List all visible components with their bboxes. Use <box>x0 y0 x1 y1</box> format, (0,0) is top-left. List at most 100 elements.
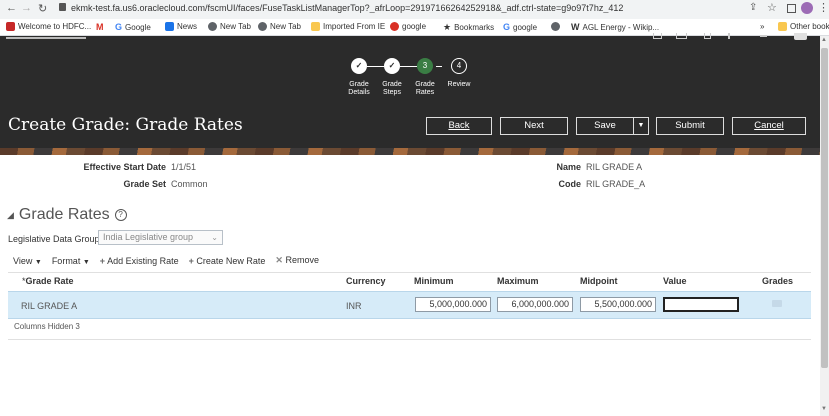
remove-x-icon: ✕ <box>275 255 283 265</box>
save-split-button[interactable]: Save ▼ <box>576 117 649 135</box>
table-bottom-divider <box>8 339 811 340</box>
bookmark-wiki[interactable]: W AGL Energy - Wikip... <box>571 22 659 32</box>
col-header-minimum[interactable]: Minimum <box>414 276 454 286</box>
midpoint-input[interactable]: 5,500,000.000 <box>580 297 656 312</box>
minimum-input[interactable]: 5,000,000.000 <box>415 297 491 312</box>
bookmark-newtab-1[interactable]: New Tab <box>208 22 251 31</box>
notifications-icon[interactable] <box>760 33 767 37</box>
table-header-divider <box>8 272 811 273</box>
address-bar[interactable]: ekmk-test.fa.us6.oraclecloud.com/fscmUI/… <box>71 3 711 13</box>
lock-icon <box>59 3 66 11</box>
bookmark-news[interactable]: News <box>165 22 197 31</box>
google-icon: G <box>503 22 511 32</box>
bookmarks-more[interactable]: » <box>760 22 764 31</box>
other-bookmarks-label: Other bookmarks <box>790 22 829 31</box>
back-button[interactable]: Back <box>426 117 492 135</box>
bookmark-globe[interactable] <box>551 22 560 31</box>
profile-avatar[interactable] <box>801 2 813 14</box>
effective-start-date-value: 1/1/51 <box>171 162 197 172</box>
other-bookmarks[interactable]: Other bookmarks <box>778 22 829 31</box>
sidepanel-icon[interactable] <box>787 4 796 13</box>
col-header-value[interactable]: Value <box>663 276 687 286</box>
grades-icon[interactable] <box>772 300 782 307</box>
scrollbar-thumb[interactable] <box>821 48 828 368</box>
bookmark-google-3[interactable]: Ggoogle <box>503 22 537 32</box>
bookmark-label: AGL Energy - Wikip... <box>582 22 660 32</box>
save-button[interactable]: Save <box>577 118 634 134</box>
effective-start-date-label: Effective Start Date <box>83 162 166 172</box>
code-label: Code <box>558 179 582 189</box>
search-icon[interactable] <box>653 33 662 39</box>
star-icon[interactable]: ☆ <box>767 1 777 14</box>
train-connector <box>367 66 384 67</box>
plus-icon: + <box>99 255 106 266</box>
star-icon: ★ <box>443 22 452 32</box>
ldg-label: Legislative Data Group <box>8 234 100 244</box>
share-icon[interactable]: ⇪ <box>749 2 757 13</box>
folder-icon <box>311 22 320 31</box>
browser-toolbar: ← → ↻ ekmk-test.fa.us6.oraclecloud.com/f… <box>0 0 829 19</box>
news-icon <box>165 22 174 31</box>
cancel-button[interactable]: Cancel <box>732 117 806 135</box>
name-value: RIL GRADE A <box>586 162 643 172</box>
bookmark-hdfc[interactable]: Welcome to HDFC... <box>6 22 91 31</box>
col-header-maximum[interactable]: Maximum <box>497 276 539 286</box>
collapse-triangle-icon[interactable]: ◢ <box>7 210 14 221</box>
bookmark-imported-ie[interactable]: Imported From IE <box>311 22 385 31</box>
section-title: Grade Rates <box>18 206 110 223</box>
section-header[interactable]: ◢ Grade Rates ? <box>7 206 127 224</box>
value-input[interactable] <box>663 297 739 312</box>
maximum-input[interactable]: 6,000,000.000 <box>497 297 573 312</box>
remove-button[interactable]: ✕ Remove <box>275 255 319 266</box>
create-new-rate-button[interactable]: + Create New Rate <box>189 256 266 266</box>
back-icon[interactable]: ← <box>6 2 17 14</box>
more-label: » <box>760 22 765 31</box>
wikipedia-icon: W <box>571 22 580 32</box>
next-button[interactable]: Next <box>500 117 568 135</box>
flag-icon[interactable] <box>728 33 730 39</box>
submit-button[interactable]: Submit <box>656 117 724 135</box>
columns-hidden-status: Columns Hidden 3 <box>14 322 80 331</box>
decorative-banner <box>0 148 820 155</box>
col-header-grade-rate[interactable]: *Grade Rate <box>22 276 74 286</box>
globe-icon <box>258 22 267 31</box>
bookmark-label: Welcome to HDFC... <box>18 22 92 31</box>
currency-cell: INR <box>346 301 362 311</box>
reload-icon[interactable]: ↻ <box>38 2 47 15</box>
check-icon: ✓ <box>351 58 367 74</box>
step-marker: 4 <box>451 58 467 74</box>
favorites-icon[interactable] <box>704 33 711 39</box>
grade-set-label: Grade Set <box>123 179 166 189</box>
save-menu-chevron-icon[interactable]: ▼ <box>634 118 648 134</box>
bookmark-label: Google <box>125 22 151 32</box>
bookmark-newtab-2[interactable]: New Tab <box>258 22 301 31</box>
add-existing-rate-button[interactable]: + Add Existing Rate <box>100 256 179 266</box>
bookmark-google-2[interactable]: google <box>390 22 426 31</box>
page-title: Create Grade: Grade Rates <box>8 115 243 135</box>
scroll-up-icon[interactable]: ▲ <box>821 37 827 43</box>
scroll-down-icon[interactable]: ▼ <box>821 406 827 412</box>
current-step-marker: 3 <box>417 58 433 74</box>
columns-hidden-label: Columns Hidden <box>14 322 74 331</box>
home-icon[interactable] <box>676 33 687 39</box>
col-header-currency[interactable]: Currency <box>346 276 386 286</box>
bookmark-label: google <box>402 22 427 31</box>
col-header-grades[interactable]: Grades <box>762 276 793 286</box>
columns-hidden-count: 3 <box>75 322 80 331</box>
bookmark-label: Imported From IE <box>323 22 386 31</box>
col-header-midpoint[interactable]: Midpoint <box>580 276 618 286</box>
bookmark-gmail[interactable]: M <box>96 22 104 32</box>
oracle-logo <box>6 33 86 39</box>
bookmark-label: New Tab <box>270 22 301 31</box>
table-toolbar: View ▼ Format ▼ + Add Existing Rate + Cr… <box>13 255 319 266</box>
bookmark-bookmarks[interactable]: ★ Bookmarks <box>443 22 494 33</box>
format-menu[interactable]: Format ▼ <box>52 256 90 266</box>
ldg-select[interactable]: India Legislative group ⌄ <box>98 230 223 245</box>
forward-icon[interactable]: → <box>21 2 32 14</box>
view-menu[interactable]: View ▼ <box>13 256 42 266</box>
user-avatar[interactable] <box>794 33 807 40</box>
bookmark-google[interactable]: G Google <box>115 22 151 32</box>
help-icon[interactable]: ? <box>114 209 127 221</box>
menu-icon[interactable]: ⋮ <box>818 1 829 14</box>
page-scrollbar[interactable]: ▲ ▼ <box>820 36 829 416</box>
